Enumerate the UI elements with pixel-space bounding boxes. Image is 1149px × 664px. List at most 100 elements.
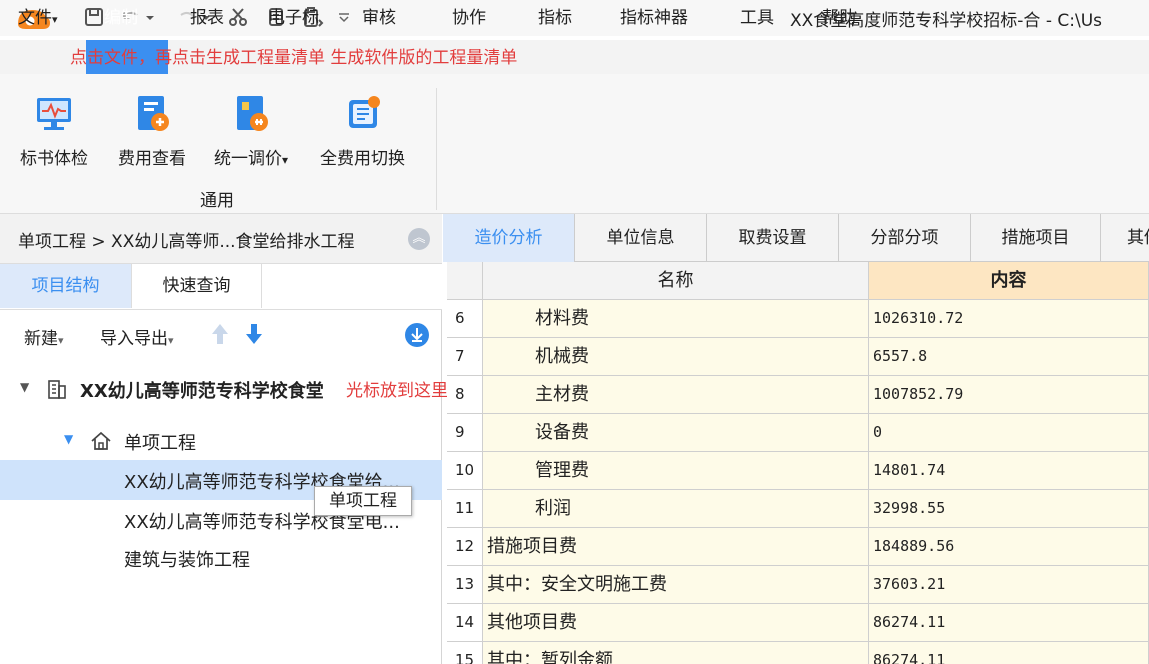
project-structure-pane: 单项工程 > XX幼儿高等师...食堂给排水工程 ︽ 项目结构 快速查询 新建▾… xyxy=(0,214,442,664)
ribbon: 标书体检 费用查看 统一调价▾ 全费用切换 通用 xyxy=(0,74,1149,214)
left-tab-strip: 项目结构 快速查询 xyxy=(0,264,442,310)
cell-content[interactable]: 37603.21 xyxy=(869,566,1149,604)
menu-file[interactable]: 文件▾ xyxy=(18,6,58,30)
unified-adjust-label: 统一调价▾ xyxy=(214,149,289,169)
menu-indicators[interactable]: 指标 xyxy=(538,6,572,30)
row-number: 10 xyxy=(447,452,483,490)
cell-name[interactable]: 机械费 xyxy=(483,338,869,376)
cell-content[interactable]: 0 xyxy=(869,414,1149,452)
expand-arrow-icon[interactable]: ▼ xyxy=(20,380,29,394)
cell-name[interactable]: 其他项目费 xyxy=(483,604,869,642)
column-header-name[interactable]: 名称 xyxy=(483,262,869,300)
table-row[interactable]: 8 主材费 1007852.79 xyxy=(447,376,1149,414)
table-row[interactable]: 10 管理费 14801.74 xyxy=(447,452,1149,490)
tree-group-row[interactable]: ▼ 单项工程 xyxy=(0,420,442,462)
row-number: 11 xyxy=(447,490,483,528)
tooltip: 单项工程 xyxy=(314,486,412,516)
tab-other[interactable]: 其他 xyxy=(1101,214,1149,262)
breadcrumb-text[interactable]: 单项工程 > XX幼儿高等师...食堂给排水工程 xyxy=(18,227,355,252)
menu-review[interactable]: 审核 xyxy=(362,6,396,30)
title-bar: XX食堂高度师范专科学校招标-合 - C:\Us xyxy=(0,0,1149,36)
ribbon-divider xyxy=(436,88,437,210)
column-header-content[interactable]: 内容 xyxy=(869,262,1149,300)
cell-content[interactable]: 1026310.72 xyxy=(869,300,1149,338)
unified-adjust-button[interactable]: 统一调价▾ xyxy=(214,94,288,174)
move-up-arrow-icon[interactable] xyxy=(210,322,230,346)
fee-sheet-icon xyxy=(138,96,169,131)
building-icon xyxy=(48,380,66,399)
tab-unit-info[interactable]: 单位信息 xyxy=(575,214,707,262)
tab-quick-search[interactable]: 快速查询 xyxy=(132,264,262,308)
table-row[interactable]: 14 其他项目费 86274.11 xyxy=(447,604,1149,642)
cell-name[interactable]: 设备费 xyxy=(483,414,869,452)
menu-collaborate[interactable]: 协作 xyxy=(452,6,486,30)
cell-content[interactable]: 86274.11 xyxy=(869,642,1149,664)
collapse-up-icon[interactable]: ︽ xyxy=(408,228,430,250)
table-row[interactable]: 13 其中：安全文明施工费 37603.21 xyxy=(447,566,1149,604)
tab-measures[interactable]: 措施项目 xyxy=(971,214,1101,262)
price-adjust-icon xyxy=(237,96,269,131)
cell-name[interactable]: 措施项目费 xyxy=(483,528,869,566)
table-row[interactable]: 9 设备费 0 xyxy=(447,414,1149,452)
new-button[interactable]: 新建▾ xyxy=(24,324,64,349)
cell-name[interactable]: 其中：安全文明施工费 xyxy=(483,566,869,604)
row-number: 7 xyxy=(447,338,483,376)
tree-root-label: XX幼儿高等师范专科学校食堂 xyxy=(80,381,324,402)
cell-name[interactable]: 主材费 xyxy=(483,376,869,414)
menu-e-bid[interactable]: 电子标 xyxy=(268,6,319,30)
tab-fee-settings[interactable]: 取费设置 xyxy=(707,214,839,262)
import-export-button[interactable]: 导入导出▾ xyxy=(100,324,174,349)
table-row[interactable]: 7 机械费 6557.8 xyxy=(447,338,1149,376)
table-row[interactable]: 12 措施项目费 184889.56 xyxy=(447,528,1149,566)
row-number: 13 xyxy=(447,566,483,604)
cell-content[interactable]: 14801.74 xyxy=(869,452,1149,490)
menu-tools[interactable]: 工具 xyxy=(740,6,774,30)
cut-icon[interactable] xyxy=(224,4,252,30)
structure-toolbar: 新建▾ 导入导出▾ xyxy=(0,310,442,360)
table-row[interactable]: 15 其中：暂列金额 86274.11 xyxy=(447,642,1149,664)
row-number: 6 xyxy=(447,300,483,338)
table-row[interactable]: 6 材料费 1026310.72 xyxy=(447,300,1149,338)
cost-analysis-table: 名称 内容 6 材料费 1026310.72 7 机械费 6557.8 8 主材费 100785… xyxy=(447,262,1149,664)
cell-name[interactable]: 管理费 xyxy=(483,452,869,490)
tab-project-structure[interactable]: 项目结构 xyxy=(0,264,132,308)
cell-content[interactable]: 6557.8 xyxy=(869,338,1149,376)
bid-check-button[interactable]: 标书体检 xyxy=(20,94,88,174)
row-number: 15 xyxy=(447,642,483,664)
tree-group-label: 单项工程 xyxy=(124,433,196,454)
bid-check-label: 标书体检 xyxy=(20,149,88,169)
tab-sub-items[interactable]: 分部分项 xyxy=(839,214,971,262)
row-number: 8 xyxy=(447,376,483,414)
tree-item-building-decoration[interactable]: 建筑与装饰工程 xyxy=(0,540,442,580)
menu-reports[interactable]: 报表 xyxy=(190,6,224,30)
cell-content[interactable]: 86274.11 xyxy=(869,604,1149,642)
ribbon-group-label: 通用 xyxy=(200,191,234,211)
table-row[interactable]: 11 利润 32998.55 xyxy=(447,490,1149,528)
full-fee-switch-icon xyxy=(348,96,380,128)
fee-view-button[interactable]: 费用查看 xyxy=(118,94,186,174)
full-fee-switch-button[interactable]: 全费用切换 xyxy=(320,94,405,174)
instruction-overlay: 点击文件，再点击生成工程量清单 生成软件版的工程量清单 xyxy=(70,48,518,68)
cell-content[interactable]: 184889.56 xyxy=(869,528,1149,566)
download-circle-icon[interactable] xyxy=(404,322,430,348)
tab-cost-analysis[interactable]: 造价分析 xyxy=(443,214,575,262)
home-icon xyxy=(91,431,111,450)
tree-item-label: 建筑与装饰工程 xyxy=(124,550,250,571)
customize-quick-access-icon[interactable] xyxy=(334,4,354,30)
full-fee-switch-label: 全费用切换 xyxy=(320,149,405,169)
cursor-hint: 光标放到这里 xyxy=(346,381,448,401)
menu-help[interactable]: 帮助 xyxy=(822,6,856,30)
breadcrumb: 单项工程 > XX幼儿高等师...食堂给排水工程 ︽ xyxy=(0,214,442,264)
cell-name[interactable]: 利润 xyxy=(483,490,869,528)
row-number: 14 xyxy=(447,604,483,642)
cell-name[interactable]: 材料费 xyxy=(483,300,869,338)
cell-content[interactable]: 32998.55 xyxy=(869,490,1149,528)
menu-edit[interactable]: 编制 xyxy=(104,6,138,30)
move-down-arrow-icon[interactable] xyxy=(244,322,264,346)
expand-arrow-icon[interactable]: ▼ xyxy=(64,432,73,446)
cell-content[interactable]: 1007852.79 xyxy=(869,376,1149,414)
cell-name[interactable]: 其中：暂列金额 xyxy=(483,642,869,664)
menu-indicator-tool[interactable]: 指标神器 xyxy=(620,6,688,30)
row-number-header xyxy=(447,262,483,300)
monitor-pulse-icon xyxy=(37,98,71,130)
